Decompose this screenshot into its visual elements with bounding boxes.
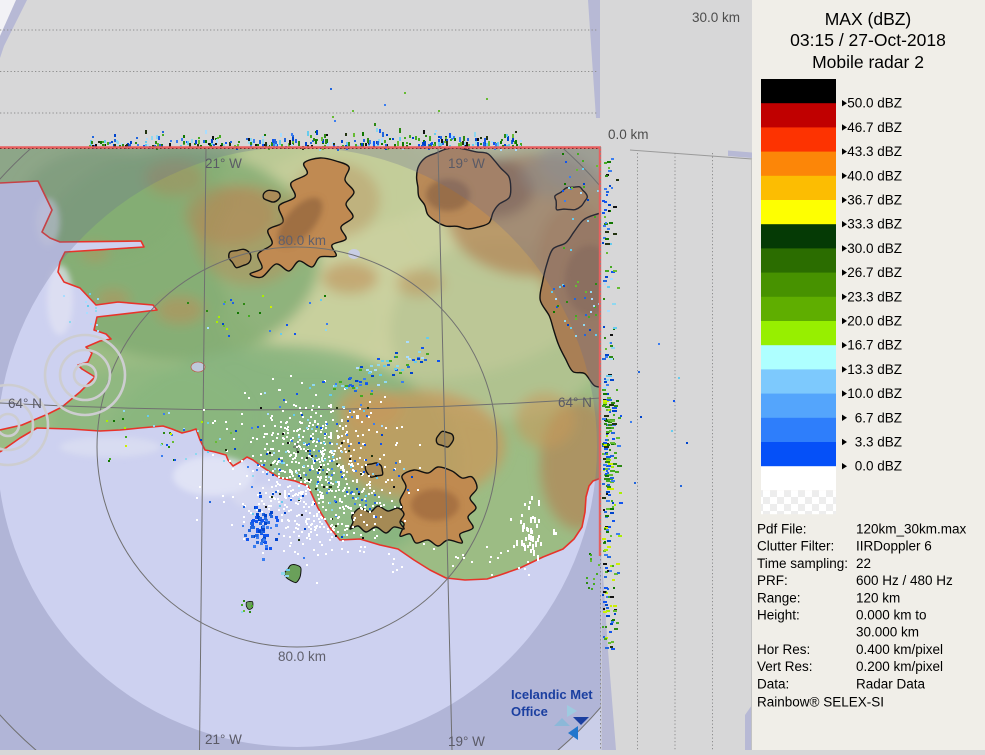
svg-text:120 km: 120 km — [856, 590, 900, 605]
svg-text:64° N: 64° N — [558, 395, 592, 410]
svg-text:Pdf File:: Pdf File: — [757, 522, 807, 537]
svg-text:22: 22 — [856, 556, 871, 571]
svg-text:13.3 dBZ: 13.3 dBZ — [847, 362, 902, 377]
svg-text:0.200 km/pixel: 0.200 km/pixel — [856, 659, 943, 674]
svg-text:21° W: 21° W — [205, 732, 242, 747]
svg-text:50.0 dBZ: 50.0 dBZ — [847, 96, 902, 111]
svg-text:80.0 km: 80.0 km — [278, 233, 326, 248]
svg-text:600 Hz / 480 Hz: 600 Hz / 480 Hz — [856, 573, 953, 588]
svg-text:Clutter Filter:: Clutter Filter: — [757, 539, 834, 554]
svg-text:Hor Res:: Hor Res: — [757, 642, 810, 657]
svg-text:Range:: Range: — [757, 590, 801, 605]
svg-text:0.0 km: 0.0 km — [608, 127, 649, 142]
svg-text:IIRDoppler 6: IIRDoppler 6 — [856, 539, 932, 554]
svg-text:Height:: Height: — [757, 608, 800, 623]
svg-text:30.000 km: 30.000 km — [856, 625, 919, 640]
svg-text:30.0 km: 30.0 km — [692, 10, 740, 25]
svg-text:Mobile radar 2: Mobile radar 2 — [812, 52, 924, 72]
svg-text:19° W: 19° W — [448, 156, 485, 171]
svg-text:Radar Data: Radar Data — [856, 676, 926, 691]
svg-text:6.7 dBZ: 6.7 dBZ — [855, 410, 902, 425]
svg-text:46.7 dBZ: 46.7 dBZ — [847, 120, 902, 135]
svg-text:80.0 km: 80.0 km — [278, 649, 326, 664]
svg-text:Vert Res:: Vert Res: — [757, 659, 813, 674]
svg-text:16.7 dBZ: 16.7 dBZ — [847, 338, 902, 353]
svg-text:19° W: 19° W — [448, 734, 485, 749]
svg-text:Time sampling:: Time sampling: — [757, 556, 848, 571]
svg-text:10.0 dBZ: 10.0 dBZ — [847, 386, 902, 401]
svg-text:3.3 dBZ: 3.3 dBZ — [855, 435, 902, 450]
svg-text:03:15 / 27-Oct-2018: 03:15 / 27-Oct-2018 — [790, 30, 946, 50]
svg-text:120km_30km.max: 120km_30km.max — [856, 522, 967, 537]
svg-text:Data:: Data: — [757, 676, 789, 691]
svg-text:40.0 dBZ: 40.0 dBZ — [847, 168, 902, 183]
svg-text:20.0 dBZ: 20.0 dBZ — [847, 314, 902, 329]
svg-text:0.000 km to: 0.000 km to — [856, 608, 927, 623]
svg-text:36.7 dBZ: 36.7 dBZ — [847, 193, 902, 208]
svg-text:Office: Office — [511, 704, 548, 719]
svg-text:Icelandic Met: Icelandic Met — [511, 687, 593, 702]
svg-text:PRF:: PRF: — [757, 573, 788, 588]
svg-text:64° N: 64° N — [8, 396, 42, 411]
svg-text:33.3 dBZ: 33.3 dBZ — [847, 217, 902, 232]
svg-text:23.3 dBZ: 23.3 dBZ — [847, 289, 902, 304]
svg-text:0.0 dBZ: 0.0 dBZ — [855, 459, 902, 474]
svg-text:MAX (dBZ): MAX (dBZ) — [825, 9, 912, 29]
svg-text:Rainbow® SELEX-SI: Rainbow® SELEX-SI — [757, 695, 884, 710]
svg-text:21° W: 21° W — [205, 156, 242, 171]
svg-text:30.0 dBZ: 30.0 dBZ — [847, 241, 902, 256]
svg-text:43.3 dBZ: 43.3 dBZ — [847, 144, 902, 159]
svg-text:26.7 dBZ: 26.7 dBZ — [847, 265, 902, 280]
svg-text:0.400 km/pixel: 0.400 km/pixel — [856, 642, 943, 657]
